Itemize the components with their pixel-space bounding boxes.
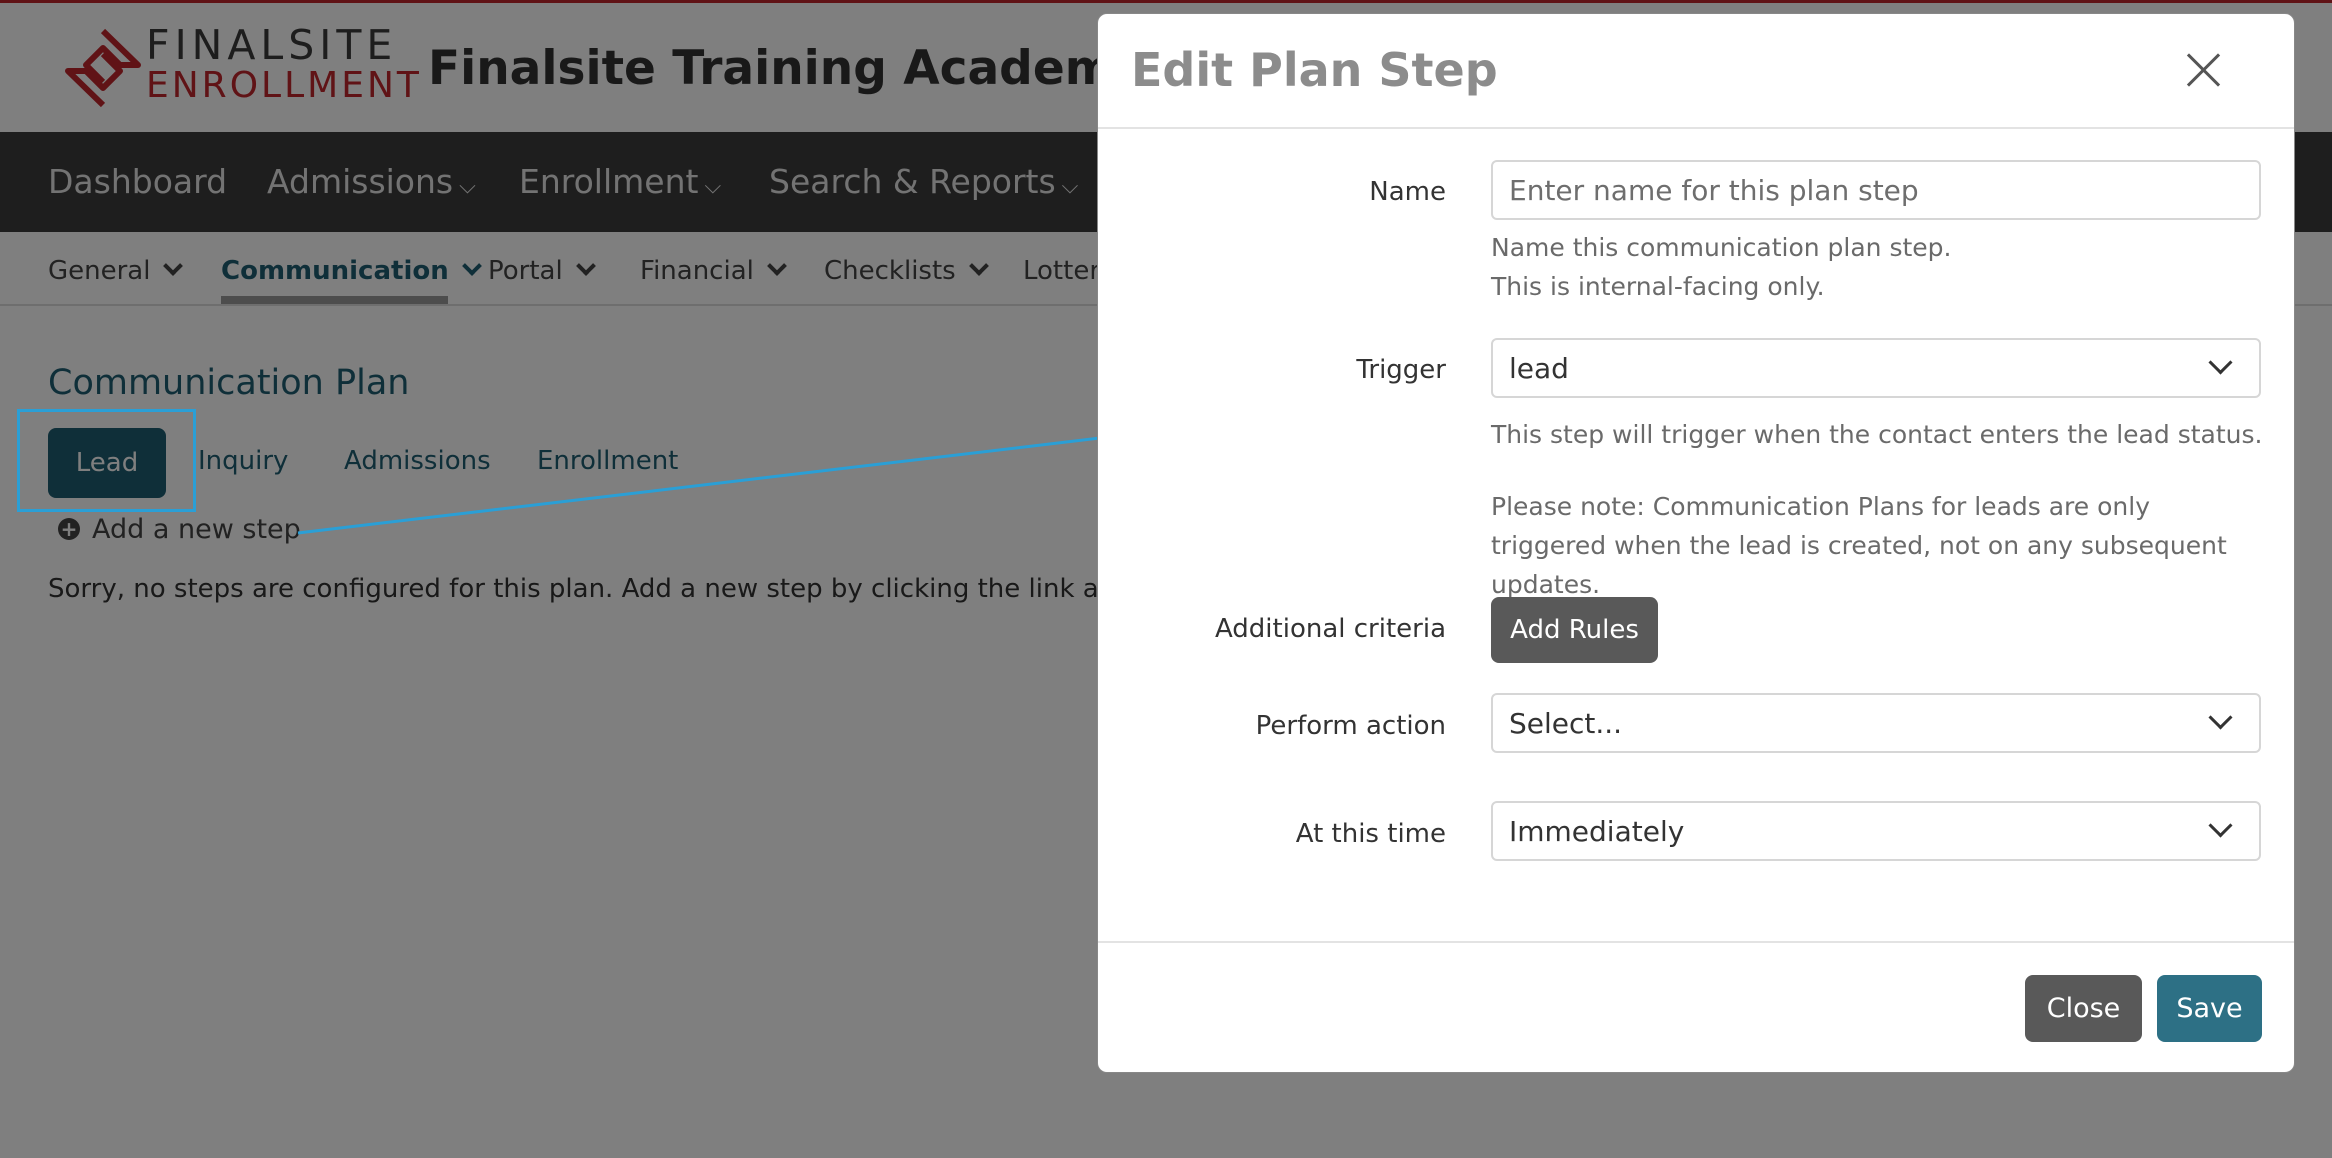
chevron-down-icon [2208,350,2233,375]
criteria-label: Additional criteria [1214,614,1446,644]
name-help-line-1: Name this communication plan step. [1491,233,1952,262]
add-rules-button[interactable]: Add Rules [1491,597,1658,663]
action-select[interactable]: Select... [1491,693,2261,753]
modal-footer-divider [1098,941,2294,943]
chevron-down-icon [2208,813,2233,838]
timing-select[interactable]: Immediately [1491,801,2261,861]
name-label: Name [1369,177,1446,207]
timing-label: At this time [1295,819,1446,849]
name-help: Name this communication plan step. This … [1491,228,2271,306]
trigger-value: lead [1509,352,1569,385]
name-help-line-2: This is internal-facing only. [1491,272,1825,301]
modal-header: Edit Plan Step [1098,14,2294,129]
edit-plan-step-modal: Edit Plan Step Name Name this communicat… [1097,13,2295,1073]
trigger-label: Trigger [1356,355,1446,385]
timing-value: Immediately [1509,815,1685,848]
annotation-highlight-box [17,409,196,512]
action-label: Perform action [1255,711,1446,741]
trigger-select[interactable]: lead [1491,338,2261,398]
modal-title: Edit Plan Step [1131,43,1498,97]
close-button[interactable]: Close [2025,975,2142,1042]
save-button[interactable]: Save [2157,975,2262,1042]
name-input[interactable] [1493,162,2259,218]
name-field-wrapper [1491,160,2261,220]
chevron-down-icon [2208,705,2233,730]
close-icon[interactable] [2186,52,2222,88]
action-value: Select... [1509,707,1623,740]
trigger-note: Please note: Communication Plans for lea… [1491,492,2227,599]
trigger-help: This step will trigger when the contact … [1491,420,2263,449]
